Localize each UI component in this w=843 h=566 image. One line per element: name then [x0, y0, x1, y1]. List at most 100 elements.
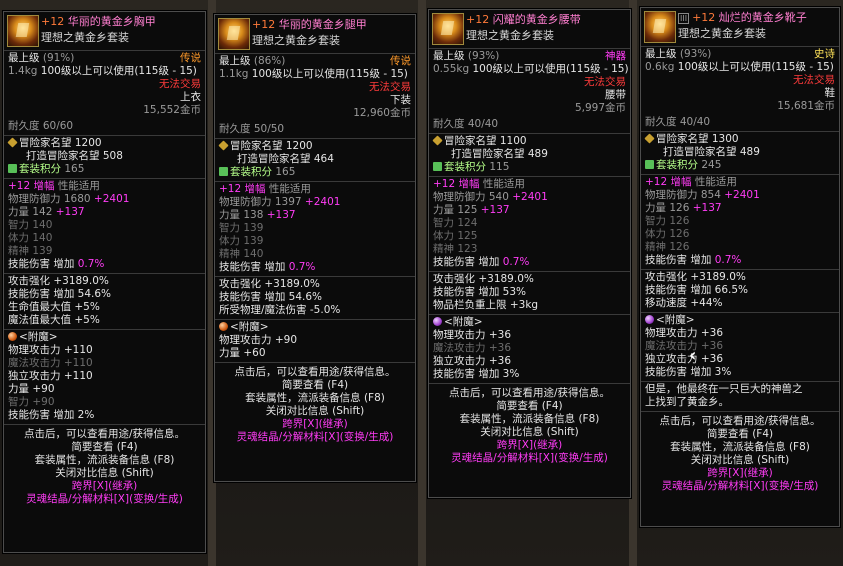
enchant-name: 力量	[219, 347, 240, 359]
fame-label: 冒险家名望	[19, 137, 72, 149]
enchant-orb-icon	[645, 315, 654, 324]
enchant-label: <附魔>	[656, 314, 695, 326]
tooltip-footer: 点击后，可以查看用途/获得信息。 简要查看 (F4) 套装属性，流派装备信息 (F8…	[215, 363, 415, 446]
stat-value: 125	[457, 204, 478, 216]
option-name: 技能伤害	[433, 286, 475, 298]
item-header: III +12 灿烂的黄金乡靴子 理想之黄金乡套装	[641, 8, 839, 47]
amplify-row: +12 增幅 性能适用	[8, 180, 201, 193]
enchant-value: +36	[700, 340, 724, 352]
footer-hint: 简要查看 (F4)	[71, 441, 138, 453]
stat-name: 智力	[219, 222, 240, 234]
amplify-type: 性能适用	[268, 183, 311, 195]
trade-status: 无法交易	[159, 78, 201, 90]
amplify-label: 增幅	[33, 180, 55, 192]
stat-name: 体力	[433, 230, 454, 242]
chevron-left-icon[interactable]: ‹	[689, 345, 696, 366]
cross-inherit-link[interactable]: 跨界[X](继承)	[217, 418, 413, 431]
equip-slot: 下装	[390, 94, 411, 106]
soul-crystal-link[interactable]: 灵魂结晶/分解材料[X](变换/生成)	[217, 431, 413, 444]
stat-row: 精神 140	[219, 248, 411, 261]
option-row: 生命值最大值 +5%	[8, 301, 201, 314]
enchant-row: 力量 +60	[219, 347, 411, 360]
set-icon	[433, 162, 442, 171]
cross-inherit-link[interactable]: 跨界[X](继承)	[431, 439, 628, 452]
option-row: 攻击强化 +3189.0%	[433, 273, 626, 286]
sell-price: 15,681金币	[777, 100, 835, 112]
stat-name: 智力	[8, 219, 29, 231]
craft-fame-value: 508	[102, 150, 123, 162]
tooltip-footer: 点击后，可以查看用途/获得信息。 简要查看 (F4) 套装属性，流派装备信息 (F8…	[641, 412, 839, 495]
item-tooltip-boots: III +12 灿烂的黄金乡靴子 理想之黄金乡套装 最上级 (93%) 史诗 0.6kg …	[640, 7, 840, 527]
stat-name: 力量	[433, 204, 454, 216]
stat-value: 125	[457, 230, 478, 242]
sell-price: 15,552金币	[143, 104, 201, 116]
enchant-name: 魔法攻击力	[433, 342, 486, 354]
fame-value: 1200	[285, 140, 313, 152]
enchant-name: 独立攻击力	[433, 355, 486, 367]
stat-value: 126	[669, 228, 690, 240]
enchant-name: 物理攻击力	[645, 327, 698, 339]
option-name: 攻击强化	[219, 278, 261, 290]
trade-status: 无法交易	[369, 81, 411, 93]
option-value: +3189.0%	[264, 278, 320, 290]
level-requirement: 100级以上可以使用(115级 - 15)	[472, 63, 629, 75]
item-title: +12 华丽的黄金乡胸甲	[41, 13, 156, 29]
stat-row: 力量 125 +137	[433, 204, 626, 217]
enchant-section: <附魔> 物理攻击力 +90 力量 +60	[215, 320, 415, 363]
footer-hint: 点击后，可以查看用途/获得信息。	[659, 415, 821, 427]
enchant-value: +110	[63, 344, 93, 356]
skill-damage-row: 技能伤害 增加 0.7%	[219, 261, 411, 274]
footer-hint: 点击后，可以查看用途/获得信息。	[234, 366, 396, 378]
soul-crystal-link[interactable]: 灵魂结晶/分解材料[X](变换/生成)	[643, 480, 837, 493]
footer-hint: 简要查看 (F4)	[281, 379, 349, 391]
enchant-value: +36	[488, 342, 512, 354]
option-value: +44%	[690, 297, 723, 309]
stat-row: 智力 139	[219, 222, 411, 235]
option-row: 技能伤害 增加 54.6%	[8, 288, 201, 301]
stat-row: 物理防御力 1680 +2401	[8, 193, 201, 206]
stat-row: 精神 123	[433, 243, 626, 256]
option-row: 攻击强化 +3189.0%	[645, 271, 835, 284]
enchant-row: 技能伤害 增加 3%	[433, 368, 626, 381]
set-points-row: 套装积分 245	[645, 159, 835, 172]
item-set-name: 理想之黄金乡套装	[678, 27, 766, 40]
enchant-row: 物理攻击力 +110	[8, 344, 201, 357]
fame-icon	[218, 140, 229, 151]
stat-name: 力量	[219, 209, 240, 221]
craft-fame-value: 464	[313, 153, 334, 165]
enchant-name: 物理攻击力	[433, 329, 486, 341]
level-pct: (91%)	[42, 52, 75, 64]
stat-row: 物理防御力 854 +2401	[645, 189, 835, 202]
enchant-value: +90	[274, 334, 298, 346]
weight-row: 0.6kg 100级以上可以使用(115级 - 15)	[645, 61, 835, 74]
durability: 耐久度 40/40	[645, 116, 711, 128]
price-row: 5,997金币	[433, 102, 626, 115]
item-name: 灿烂的黄金乡靴子	[718, 11, 807, 24]
footer-hint: 关闭对比信息 (Shift)	[480, 426, 579, 438]
tooltip-footer: 点击后，可以查看用途/获得信息。 简要查看 (F4) 套装属性，流派装备信息 (F8…	[4, 425, 205, 508]
enchant-value: +36	[700, 327, 724, 339]
item-set-name: 理想之黄金乡套装	[252, 34, 340, 47]
enchant-value: +110	[63, 370, 93, 382]
item-icon[interactable]	[7, 15, 39, 47]
item-info-section: 最上级 (93%) 神器 0.55kg 100级以上可以使用(115级 - 15) 无…	[429, 49, 630, 134]
soul-crystal-link[interactable]: 灵魂结晶/分解材料[X](变换/生成)	[431, 452, 628, 465]
option-name: 移动速度	[645, 297, 687, 309]
craft-fame-value: 489	[739, 146, 760, 158]
item-icon[interactable]	[218, 18, 250, 50]
cross-inherit-link[interactable]: 跨界[X](继承)	[6, 480, 203, 493]
enchant-section: <附魔> 物理攻击力 +36 魔法攻击力 +36 独立攻击力 +36 技能伤害 增加 3…	[641, 313, 839, 382]
fame-section: 冒险家名望 1300 打造冒险家名望 489 套装积分 245	[641, 132, 839, 175]
item-icon[interactable]	[644, 11, 676, 43]
level-row: 最上级 (93%) 史诗	[645, 48, 835, 61]
cross-inherit-text: 跨界[X](继承)	[282, 418, 348, 430]
rarity-label: 传说	[390, 55, 411, 67]
skill-damage-mod: 增加	[690, 254, 712, 266]
equip-slot: 腰带	[605, 89, 626, 101]
fame-row: 冒险家名望 1200	[7, 137, 201, 150]
cross-inherit-link[interactable]: 跨界[X](继承)	[643, 467, 837, 480]
durability-row: 耐久度 40/40	[645, 116, 835, 129]
soul-crystal-link[interactable]: 灵魂结晶/分解材料[X](变换/生成)	[6, 493, 203, 506]
item-icon[interactable]	[432, 13, 464, 45]
stat-bonus: +137	[266, 209, 296, 221]
